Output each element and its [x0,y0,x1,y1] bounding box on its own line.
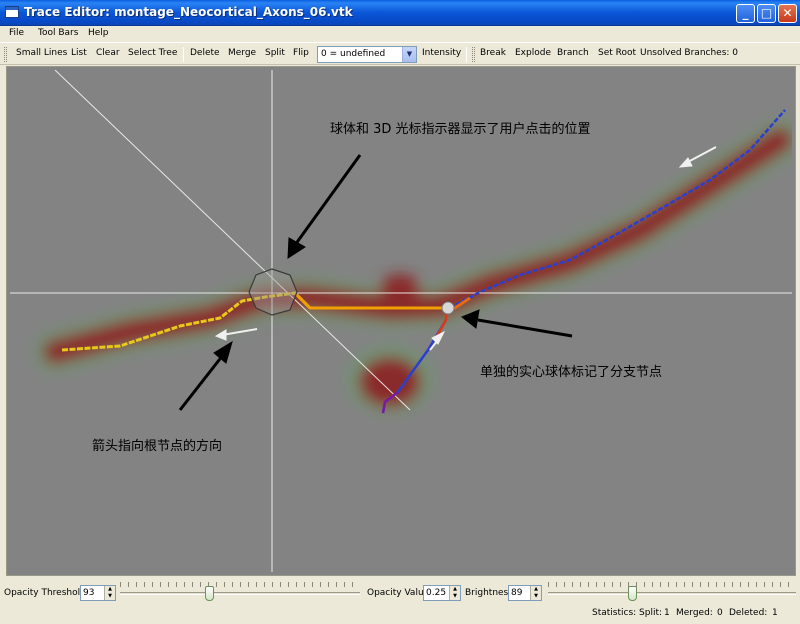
unsolved-branches-count: Unsolved Branches: 0 [640,48,739,58]
intensity-button[interactable]: Intensity [422,48,461,58]
root-direction-annotation: 箭头指向根节点的方向 [92,439,223,454]
delete-button[interactable]: Delete [190,48,220,58]
branch-annotation: 单独的实心球体标记了分支节点 [480,365,663,380]
menu-bar: File Tool Bars Help [0,26,800,42]
chevron-down-icon[interactable]: ▼ [402,47,416,62]
set-root-button[interactable]: Set Root [598,48,636,58]
statistics-merged-value: 0 [717,608,723,618]
spin-arrows-icon[interactable]: ▲ ▼ [449,586,460,600]
cursor-sphere [248,268,298,316]
brightness-slider[interactable] [548,592,796,595]
brightness-slider-ticks [548,582,796,587]
spin-arrows-icon[interactable]: ▲ ▼ [104,586,115,600]
opacity-value-value: 0.25 [426,588,447,598]
cursor-annotation: 球体和 3D 光标指示器显示了用户点击的位置 [330,122,591,137]
opacity-threshold-value: 93 [83,588,95,598]
menu-file[interactable]: File [9,28,24,38]
opacity-value-label: Opacity Value [367,588,430,598]
title-bar: Trace Editor: montage_Neocortical_Axons_… [0,0,800,26]
statistics-deleted-value: 1 [772,608,778,618]
type-select[interactable]: 0 = undefined ▼ [317,46,417,63]
statistics-deleted-label: Deleted: [729,608,768,618]
opacity-threshold-slider-handle[interactable] [205,586,214,601]
split-button[interactable]: Split [265,48,285,58]
menu-tool-bars[interactable]: Tool Bars [38,28,78,38]
trace-rendering [10,70,792,572]
explode-button[interactable]: Explode [515,48,551,58]
render-view-frame: 球体和 3D 光标指示器显示了用户点击的位置 单独的实心球体标记了分支节点 箭头… [6,66,796,576]
minimize-button[interactable]: _ [736,4,755,23]
intensity-glow [35,120,792,414]
toolbar: Small Lines List Clear Select Tree Delet… [0,42,800,65]
flip-button[interactable]: Flip [293,48,309,58]
opacity-threshold-spinbox[interactable]: 93 ▲ ▼ [80,585,116,601]
spin-arrows-icon[interactable]: ▲ ▼ [530,586,541,600]
brightness-value: 89 [511,588,523,598]
opacity-slider-ticks [120,582,360,587]
type-select-value: 0 = undefined [321,49,386,59]
brightness-label: Brightness [465,588,513,598]
select-tree-button[interactable]: Select Tree [128,48,177,58]
maximize-button[interactable]: □ [757,4,776,23]
clear-button[interactable]: Clear [96,48,120,58]
opacity-threshold-slider[interactable] [120,592,360,595]
render-view[interactable]: 球体和 3D 光标指示器显示了用户点击的位置 单独的实心球体标记了分支节点 箭头… [10,70,792,572]
menu-help[interactable]: Help [88,28,109,38]
break-button[interactable]: Break [480,48,506,58]
app-window-icon [5,6,19,18]
branch-node-sphere [441,301,455,315]
opacity-value-spinbox[interactable]: 0.25 ▲ ▼ [423,585,461,601]
list-button[interactable]: List [71,48,87,58]
close-button[interactable]: ✕ [778,4,797,23]
brightness-slider-handle[interactable] [628,586,637,601]
bottom-controls: Opacity Threshold 93 ▲ ▼ Opacity Value 0.… [0,578,800,624]
brightness-spinbox[interactable]: 89 ▲ ▼ [508,585,542,601]
opacity-threshold-label: Opacity Threshold [4,588,86,598]
toolbar-grip[interactable] [472,47,475,62]
window-title: Trace Editor: montage_Neocortical_Axons_… [24,5,353,19]
toolbar-separator [466,47,467,62]
branch-button[interactable]: Branch [557,48,589,58]
statistics-split-value: 1 [664,608,670,618]
merge-button[interactable]: Merge [228,48,256,58]
toolbar-separator [183,47,184,62]
toolbar-grip[interactable] [4,47,7,62]
small-lines-button[interactable]: Small Lines [16,48,67,58]
statistics-merged-label: Merged: [676,608,713,618]
statistics-split-label: Statistics: Split: [592,608,663,618]
